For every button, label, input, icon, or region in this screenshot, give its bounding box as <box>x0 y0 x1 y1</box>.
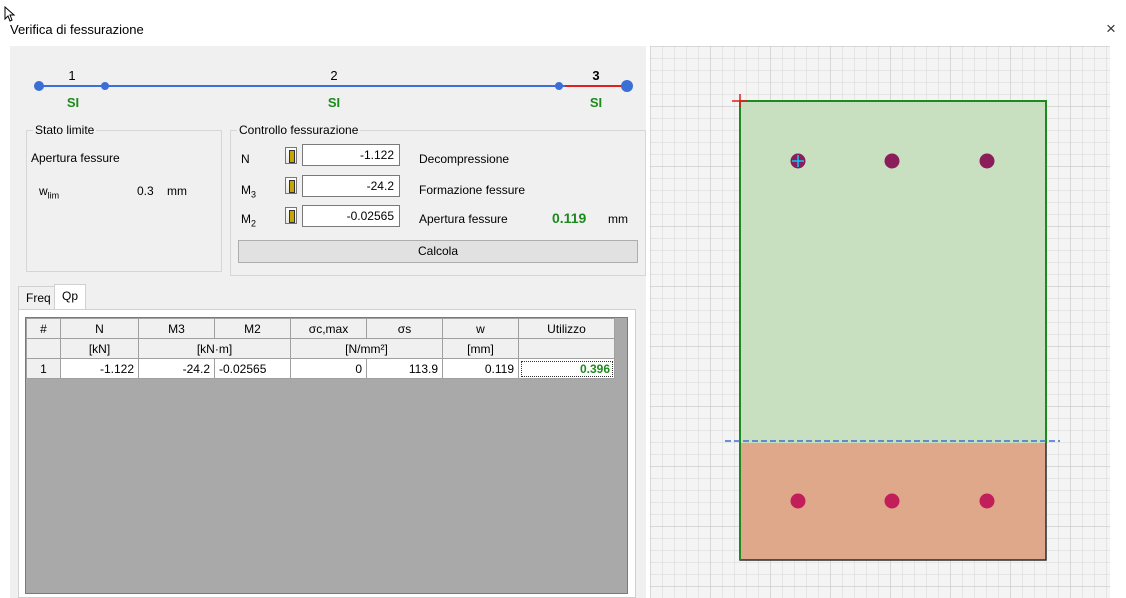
rebar-bottom-2 <box>884 493 900 509</box>
table-header-row: # N M3 M2 σc,max σs w Utilizzo <box>26 318 615 339</box>
unit-moment: [kN·m] <box>138 338 291 359</box>
spin-handle-icon[interactable] <box>285 177 297 194</box>
step-3-dot <box>621 80 633 92</box>
cell-utilizzo[interactable]: 0.396 <box>518 358 615 379</box>
crack-width-unit: mm <box>608 212 628 226</box>
spin-handle-icon[interactable] <box>285 147 297 164</box>
step-2-status: SI <box>327 95 341 110</box>
m2-input[interactable] <box>302 205 400 227</box>
section-drawing <box>650 46 1110 598</box>
rebar-top-2 <box>884 153 900 169</box>
wlim-subscript: lim <box>47 190 60 201</box>
step-1-number: 1 <box>68 68 76 83</box>
rebar-top-3 <box>979 153 995 169</box>
cell-ss[interactable]: 113.9 <box>366 358 443 379</box>
window-edge <box>0 44 10 598</box>
limit-state-type: Apertura fessure <box>31 151 120 165</box>
unit-n: [kN] <box>60 338 139 359</box>
table-row[interactable]: 1 -1.122 -24.2 -0.02565 0 113.9 0.119 0.… <box>26 358 615 379</box>
step-3-start-dot <box>555 82 563 90</box>
crack-width-result: 0.119 <box>552 210 587 226</box>
spin-handle-icon[interactable] <box>285 207 297 224</box>
col-sc[interactable]: σc,max <box>290 318 367 339</box>
step-1-status: SI <box>66 95 80 110</box>
step-3-number: 3 <box>592 68 600 83</box>
wlim-value: 0.3 <box>137 184 154 198</box>
step-1-dot <box>34 81 44 91</box>
cell-n[interactable]: -1.122 <box>60 358 139 379</box>
apertura-label: Apertura fessure <box>419 212 508 226</box>
col-n[interactable]: N <box>60 318 139 339</box>
m2-subscript: 2 <box>251 218 257 229</box>
wlim-label: wlim <box>39 184 59 200</box>
step-1-end-dot <box>101 82 109 90</box>
col-ss[interactable]: σs <box>366 318 443 339</box>
col-index[interactable]: # <box>26 318 61 339</box>
unit-util <box>518 338 615 359</box>
n-input[interactable] <box>302 144 400 166</box>
step-progress: 1 SI 2 SI 3 SI <box>10 46 646 122</box>
close-button[interactable]: × <box>1102 20 1120 38</box>
calcola-button[interactable]: Calcola <box>238 240 638 263</box>
formazione-label: Formazione fessure <box>419 183 526 197</box>
m3-symbol: M <box>241 183 251 197</box>
controllo-title: Controllo fessurazione <box>237 123 361 137</box>
col-utilizzo[interactable]: Utilizzo <box>518 318 615 339</box>
step-track <box>34 80 633 92</box>
rebar-bottom-3 <box>979 493 995 509</box>
results-grid: # N M3 M2 σc,max σs w Utilizzo [kN] [kN·… <box>25 317 628 594</box>
row-m3-label: M3 <box>241 183 256 199</box>
decompressione-label: Decompressione <box>419 152 510 166</box>
section-view[interactable] <box>650 46 1110 598</box>
cell-m3[interactable]: -24.2 <box>138 358 215 379</box>
title-bar: Verifica di fessurazione × <box>0 0 1126 44</box>
m3-input[interactable] <box>302 175 400 197</box>
wlim-symbol: w <box>39 184 48 198</box>
row-index[interactable]: 1 <box>26 358 61 379</box>
stato-limite-title: Stato limite <box>33 123 97 137</box>
unit-w: [mm] <box>442 338 519 359</box>
tab-freq[interactable]: Freq <box>18 286 59 310</box>
row-n-label: N <box>241 152 250 166</box>
rebar-bottom-1 <box>790 493 806 509</box>
wlim-unit: mm <box>167 184 187 198</box>
tab-qp[interactable]: Qp <box>54 284 87 310</box>
unit-stress: [N/mm²] <box>290 338 443 359</box>
left-panel: 1 SI 2 SI 3 SI Stato limite Apertura fes… <box>10 46 646 598</box>
cell-m2[interactable]: -0.02565 <box>214 358 291 379</box>
cell-sc[interactable]: 0 <box>290 358 367 379</box>
cell-w[interactable]: 0.119 <box>442 358 519 379</box>
arrow-cursor-icon <box>4 6 16 22</box>
row-m2-label: M2 <box>241 212 256 228</box>
step-3-status: SI <box>589 95 603 110</box>
window-title: Verifica di fessurazione <box>10 22 144 37</box>
results-table: # N M3 M2 σc,max σs w Utilizzo [kN] [kN·… <box>26 318 615 379</box>
table-units-row: [kN] [kN·m] [N/mm²] [mm] <box>26 338 615 359</box>
compressed-zone <box>740 101 1046 443</box>
unit-index <box>26 338 61 359</box>
col-m3[interactable]: M3 <box>138 318 215 339</box>
col-m2[interactable]: M2 <box>214 318 291 339</box>
stato-limite-group: Stato limite Apertura fessure wlim 0.3 m… <box>26 123 222 272</box>
m2-symbol: M <box>241 212 251 226</box>
m3-subscript: 3 <box>251 189 257 200</box>
step-2-number: 2 <box>330 68 338 83</box>
col-w[interactable]: w <box>442 318 519 339</box>
